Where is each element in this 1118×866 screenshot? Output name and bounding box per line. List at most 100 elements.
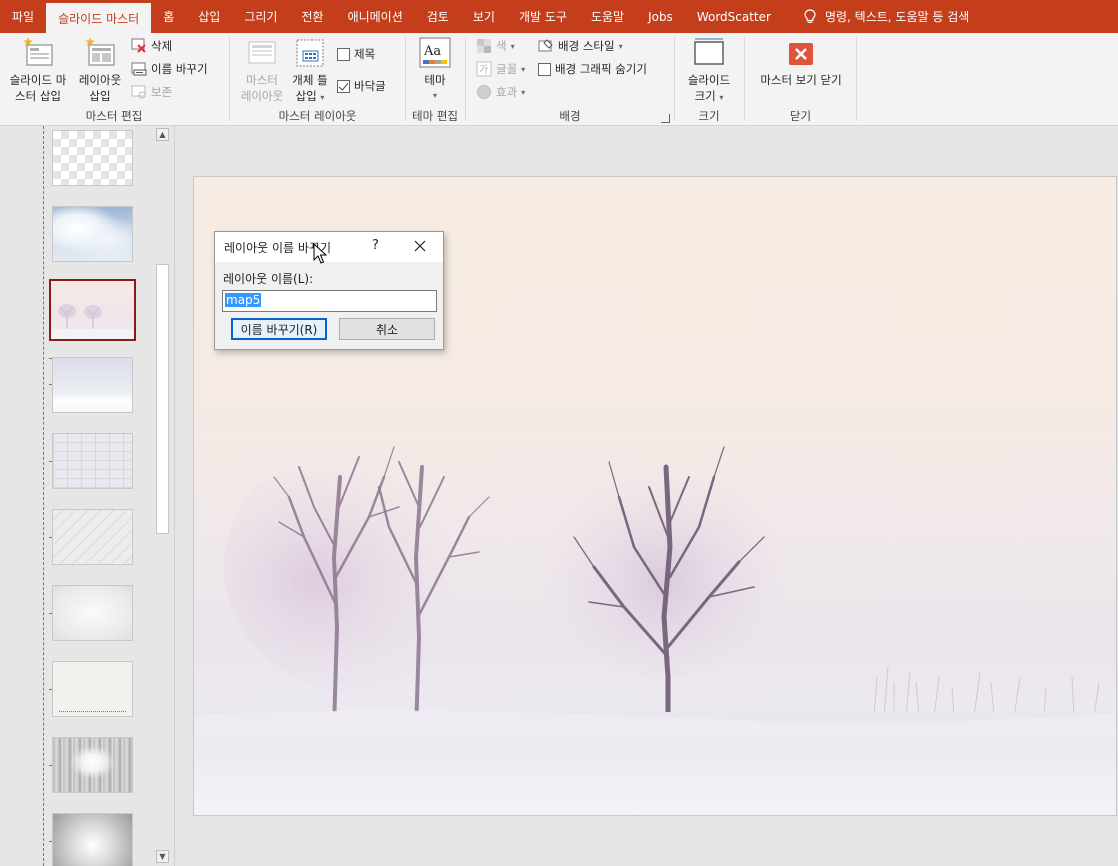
effects-button[interactable]: 효과 ▾ (476, 82, 525, 102)
insert-placeholder-label-1: 개체 틀 (292, 73, 328, 87)
cancel-button[interactable]: 취소 (339, 318, 435, 340)
slide-thumbnail-pane: ▲ ▼ (0, 126, 175, 866)
theme-label: 테마 (424, 73, 446, 87)
tab-help[interactable]: 도움말 (579, 0, 636, 33)
slide-size-label-1: 슬라이드 (687, 73, 731, 87)
group-label-close: 닫기 (789, 109, 812, 123)
preserve-button[interactable]: 보존 (131, 82, 172, 102)
group-divider (856, 37, 857, 121)
rename-button[interactable]: 이름 바꾸기 (131, 59, 208, 79)
chevron-down-icon: ▾ (521, 64, 526, 74)
insert-layout-icon (84, 36, 116, 70)
layout-thumbnail[interactable] (52, 737, 133, 793)
layout-thumbnail[interactable] (52, 357, 133, 413)
scroll-up-arrow-icon[interactable]: ▲ (156, 128, 169, 141)
insert-slide-master-button[interactable]: 슬라이드 마 스터 삽입 (4, 36, 72, 104)
tab-animations[interactable]: 애니메이션 (336, 0, 415, 33)
title-checkbox-box[interactable] (337, 47, 350, 61)
tab-insert[interactable]: 삽입 (186, 0, 232, 33)
close-master-view-button[interactable]: 마스터 보기 닫기 (751, 36, 851, 88)
group-label-master-edit: 마스터 편집 (85, 109, 143, 123)
insert-placeholder-label-2-wrap: 삽입 ▾ (296, 88, 325, 106)
chevron-down-icon: ▾ (320, 93, 325, 102)
tab-home[interactable]: 홈 (151, 0, 186, 33)
layout-thumbnail[interactable] (52, 509, 133, 565)
layout-thumbnail[interactable] (52, 433, 133, 489)
group-master-edit: 슬라이드 마 스터 삽입 레이아웃 삽입 삭제 이름 바꾸기 보존 마스터 편집 (0, 33, 228, 126)
lightbulb-icon (804, 8, 816, 23)
search-label: 명령, 텍스트, 도움말 등 검색 (824, 10, 970, 24)
scrollbar-thumb[interactable] (156, 264, 169, 534)
hide-background-graphics-box[interactable] (538, 62, 551, 76)
theme-button[interactable]: Aa 테마 ▾ (416, 36, 454, 104)
rename-confirm-button[interactable]: 이름 바꾸기(R) (231, 318, 327, 340)
preserve-icon (131, 84, 147, 100)
colors-label: 색 (496, 39, 507, 53)
layout-thumbnail[interactable] (52, 585, 133, 641)
slide-size-button[interactable]: 슬라이드 크기 ▾ (681, 36, 737, 106)
fonts-icon: 가 (476, 61, 492, 77)
tab-review[interactable]: 검토 (415, 0, 461, 33)
hide-background-graphics-label: 배경 그래픽 숨기기 (555, 62, 647, 76)
insert-placeholder-button[interactable]: 개체 틀 삽입 ▾ (288, 36, 332, 106)
group-label-master-layout: 마스터 레이아웃 (278, 109, 357, 123)
theme-icon-text: Aa (423, 44, 441, 59)
rename-layout-dialog: 레이아웃 이름 바꾸기 ? 레이아웃 이름(L): map5 이름 바꾸기(R)… (214, 231, 444, 350)
insert-layout-label-2: 삽입 (89, 89, 111, 103)
footer-checkbox-box[interactable] (337, 79, 350, 93)
group-edit-theme: Aa 테마 ▾ 테마 편집 (406, 33, 464, 126)
ribbon: 슬라이드 마 스터 삽입 레이아웃 삽입 삭제 이름 바꾸기 보존 마스터 편집 (0, 33, 1118, 126)
colors-button[interactable]: 색 ▾ (476, 36, 515, 56)
group-size: 슬라이드 크기 ▾ 크기 (675, 33, 743, 126)
close-icon[interactable] (413, 239, 427, 253)
background-styles-button[interactable]: 배경 스타일 ▾ (538, 36, 623, 56)
layout-thumbnail[interactable] (52, 661, 133, 717)
fonts-label: 글꼴 (496, 62, 518, 76)
hide-background-graphics-checkbox[interactable]: 배경 그래픽 숨기기 (538, 59, 647, 79)
insert-layout-label-1: 레이아웃 (78, 73, 122, 87)
search-box[interactable]: 명령, 텍스트, 도움말 등 검색 (791, 0, 981, 33)
master-layout-label-2: 레이아웃 (240, 89, 284, 103)
effects-label: 효과 (496, 85, 518, 99)
layout-thumbnail-selected[interactable] (49, 279, 136, 341)
layout-thumbnail[interactable] (52, 813, 133, 866)
chevron-down-icon: ▾ (510, 41, 515, 51)
rename-label: 이름 바꾸기 (151, 62, 208, 76)
title-checkbox[interactable]: 제목 (337, 44, 375, 64)
tab-developer[interactable]: 개발 도구 (507, 0, 579, 33)
insert-placeholder-icon (294, 36, 326, 70)
tab-wordscatter[interactable]: WordScatter (685, 0, 783, 33)
scroll-down-arrow-icon[interactable]: ▼ (156, 850, 169, 863)
tab-view[interactable]: 보기 (461, 0, 507, 33)
tab-file[interactable]: 파일 (0, 0, 46, 33)
tab-jobs[interactable]: Jobs (636, 0, 685, 33)
close-master-view-label: 마스터 보기 닫기 (760, 73, 842, 87)
insert-layout-button[interactable]: 레이아웃 삽입 (74, 36, 126, 104)
group-label-size: 크기 (698, 109, 720, 123)
layout-thumbnail[interactable] (52, 206, 133, 262)
tab-slide-master[interactable]: 슬라이드 마스터 (46, 3, 152, 33)
dialog-launcher-icon[interactable] (661, 114, 670, 123)
slide-size-label-2: 크기 (694, 89, 716, 103)
master-layout-icon (246, 36, 278, 70)
master-layout-button[interactable]: 마스터 레이아웃 (236, 36, 288, 104)
dialog-title-bar[interactable]: 레이아웃 이름 바꾸기 ? (215, 232, 443, 262)
chevron-down-icon: ▾ (618, 41, 623, 51)
tab-transitions[interactable]: 전환 (289, 0, 335, 33)
thumbnail-scrollbar[interactable]: ▲ ▼ (155, 126, 170, 866)
delete-icon (131, 38, 147, 54)
mouse-cursor-icon (313, 243, 327, 264)
help-button[interactable]: ? (372, 238, 379, 253)
effects-icon (476, 84, 492, 100)
group-close: 마스터 보기 닫기 닫기 (745, 33, 856, 126)
fonts-button[interactable]: 가 글꼴 ▾ (476, 59, 525, 79)
rename-icon (131, 61, 147, 77)
footer-checkbox[interactable]: 바닥글 (337, 76, 386, 96)
tab-draw[interactable]: 그리기 (232, 0, 289, 33)
layout-thumbnail[interactable] (52, 130, 133, 186)
svg-text:가: 가 (479, 64, 488, 76)
delete-button[interactable]: 삭제 (131, 36, 172, 56)
insert-slide-master-label-1: 슬라이드 마 (9, 73, 67, 87)
layout-name-input[interactable]: map5 (222, 290, 437, 312)
insert-placeholder-label-2: 삽입 (295, 89, 317, 103)
